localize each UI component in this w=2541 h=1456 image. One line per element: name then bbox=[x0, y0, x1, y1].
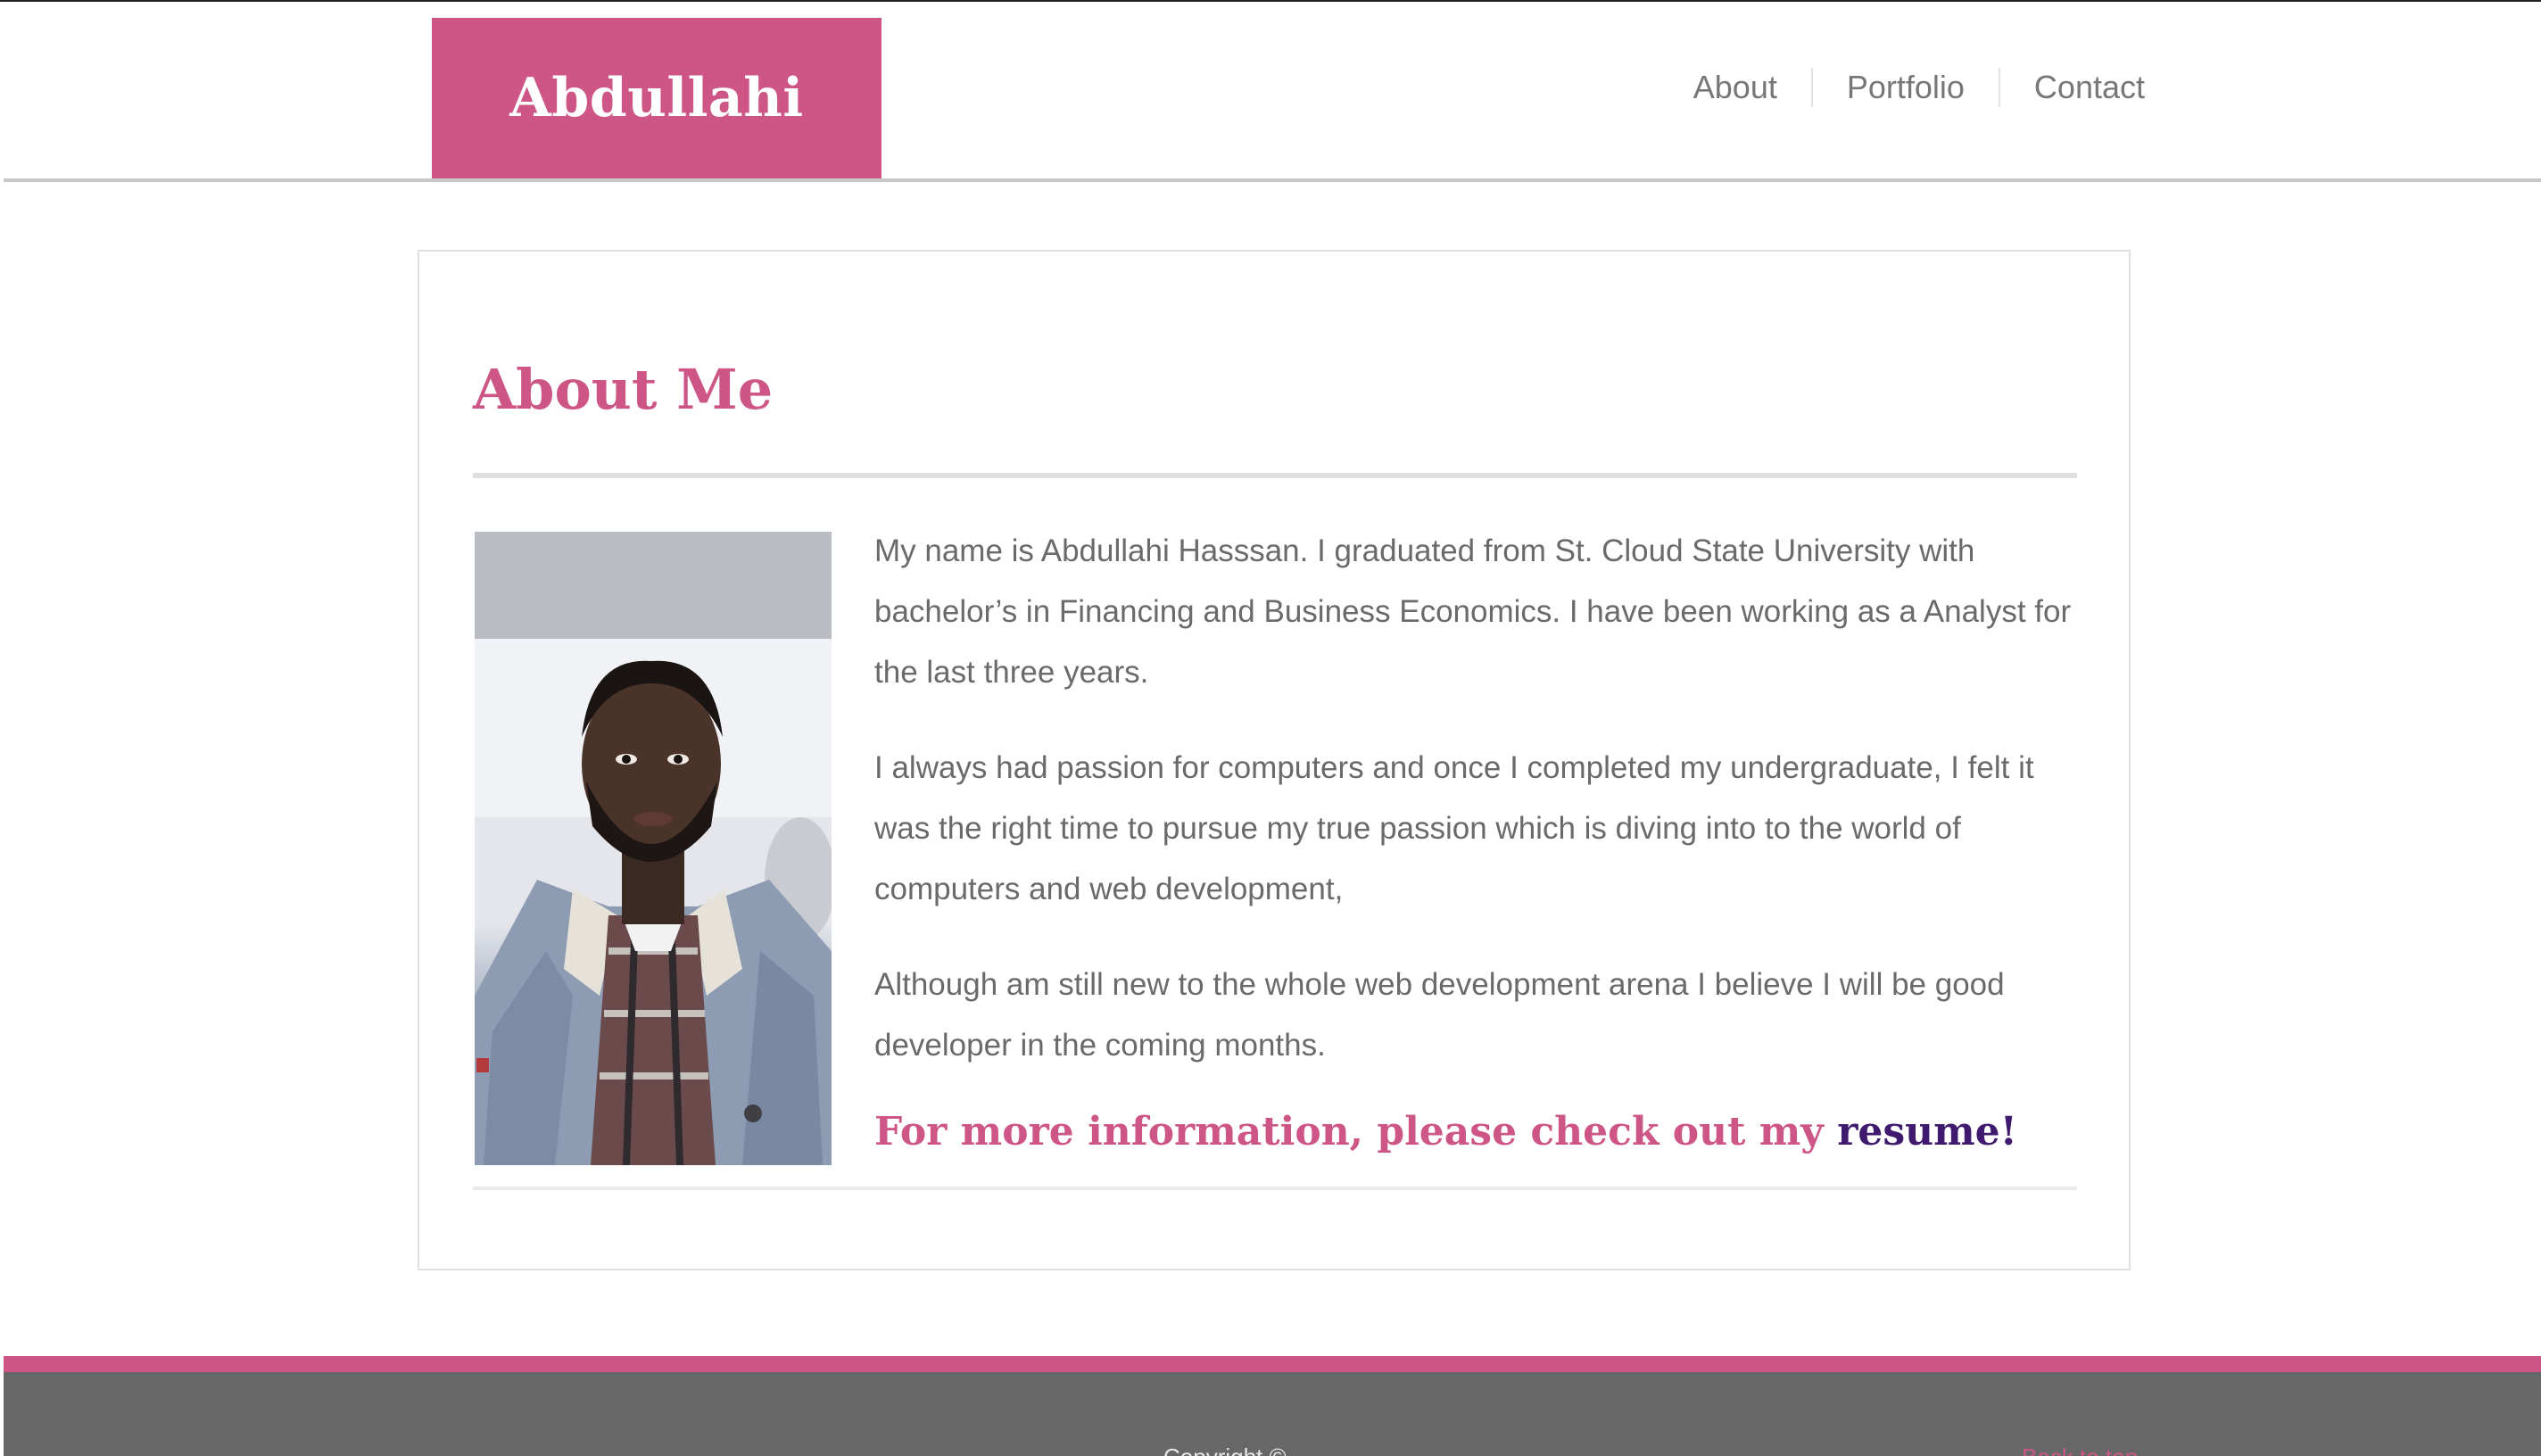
about-card: About Me My name is Abdullahi Hasssan. I… bbox=[418, 250, 2131, 1270]
profile-photo bbox=[475, 532, 832, 1165]
resume-link[interactable]: resume! bbox=[1837, 1109, 2017, 1154]
nav-portfolio-link[interactable]: Portfolio bbox=[1810, 68, 1999, 107]
about-text: My name is Abdullahi Hasssan. I graduate… bbox=[874, 521, 2088, 1159]
about-paragraph: Although am still new to the whole web d… bbox=[874, 967, 2005, 1063]
about-paragraph: My name is Abdullahi Hasssan. I graduate… bbox=[874, 534, 2072, 690]
resume-callout: For more information, please check out m… bbox=[874, 1105, 2088, 1159]
heading-divider bbox=[473, 473, 2077, 478]
site-header: Abdullahi About Portfolio Contact bbox=[4, 4, 2541, 182]
nav-contact-link[interactable]: Contact bbox=[1998, 68, 2145, 107]
site-logo-text[interactable]: Abdullahi bbox=[509, 67, 803, 129]
main-nav: About Portfolio Contact bbox=[1660, 68, 2145, 107]
footer-accent-bar bbox=[4, 1356, 2541, 1372]
resume-callout-text: For more information, please check out m… bbox=[874, 1109, 1838, 1154]
site-footer: Copyright © Back to top bbox=[4, 1372, 2541, 1456]
profile-photo-graphic bbox=[475, 532, 832, 1165]
nav-about-link[interactable]: About bbox=[1660, 68, 1811, 107]
page-frame: Abdullahi About Portfolio Contact About … bbox=[0, 0, 2541, 1456]
about-paragraph: I always had passion for computers and o… bbox=[874, 750, 2034, 906]
logo-block[interactable]: Abdullahi bbox=[432, 18, 881, 178]
content-divider bbox=[473, 1187, 2077, 1190]
about-heading: About Me bbox=[473, 357, 774, 422]
